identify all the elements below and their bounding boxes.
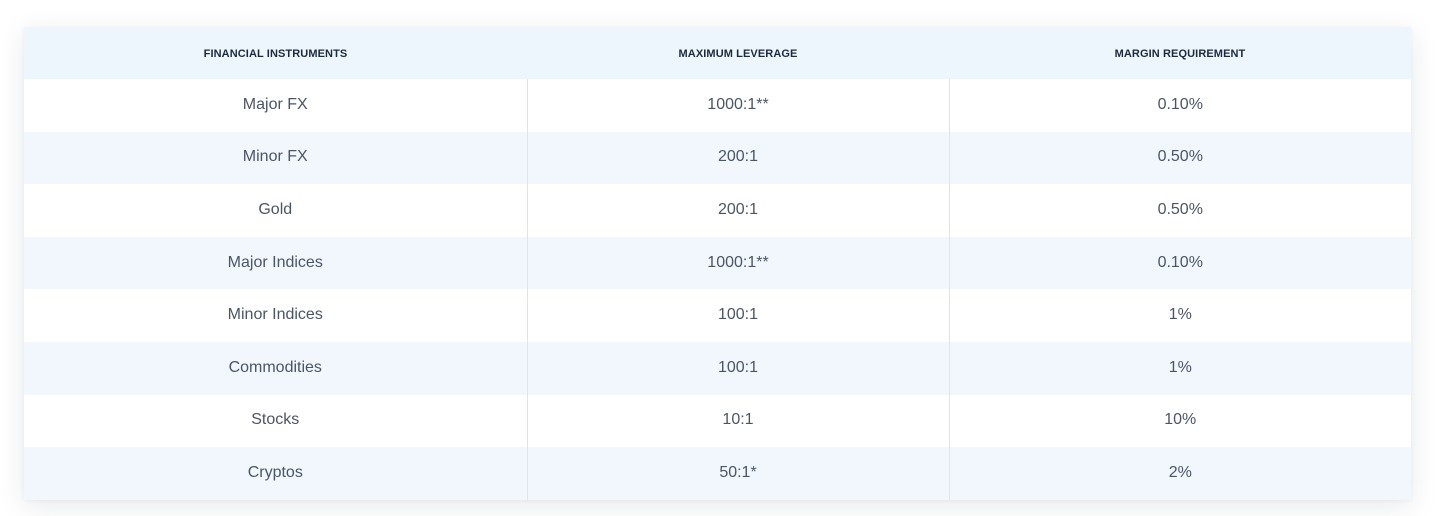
cell-leverage: 100:1 <box>527 289 950 342</box>
header-maximum-leverage: MAXIMUM LEVERAGE <box>678 47 798 60</box>
cell-instrument: Gold <box>24 184 528 237</box>
table-body: Major FX 1000:1** 0.10% Minor FX 200:1 0… <box>24 79 1411 500</box>
cell-leverage: 10:1 <box>527 394 950 448</box>
cell-instrument: Minor FX <box>24 131 528 185</box>
cell-margin: 0.10% <box>1157 95 1203 113</box>
header-row: FINANCIAL INSTRUMENTS MAXIMUM LEVERAGE M… <box>24 27 1411 79</box>
cell-instrument: Cryptos <box>24 447 528 500</box>
cell-instrument: Major Indices <box>24 236 528 290</box>
cell-instrument: Minor Indices <box>24 289 528 342</box>
leverage-table: FINANCIAL INSTRUMENTS MAXIMUM LEVERAGE M… <box>24 27 1411 500</box>
leverage-table-card: FINANCIAL INSTRUMENTS MAXIMUM LEVERAGE M… <box>24 27 1411 500</box>
table-row: Cryptos 50:1* 2% <box>24 447 1411 500</box>
cell-margin: 10% <box>1164 411 1197 429</box>
cell-margin: 1% <box>1168 358 1192 376</box>
table-row: Commodities 100:1 1% <box>24 341 1411 395</box>
cell-margin: 0.50% <box>1157 200 1203 218</box>
header-financial-instruments: FINANCIAL INSTRUMENTS <box>203 47 348 60</box>
cell-leverage: 50:1* <box>527 447 950 500</box>
table-header: FINANCIAL INSTRUMENTS MAXIMUM LEVERAGE M… <box>24 27 1411 79</box>
cell-leverage: 1000:1** <box>527 236 950 290</box>
header-margin-requirement: MARGIN REQUIREMENT <box>1114 47 1246 60</box>
cell-margin: 0.50% <box>1157 148 1203 166</box>
table-row: Minor FX 200:1 0.50% <box>24 131 1411 185</box>
cell-leverage: 1000:1** <box>527 79 950 132</box>
table-row: Major FX 1000:1** 0.10% <box>24 79 1411 132</box>
table-row: Stocks 10:1 10% <box>24 394 1411 448</box>
cell-margin: 0.10% <box>1157 253 1203 271</box>
cell-leverage: 100:1 <box>527 341 950 395</box>
table-row: Major Indices 1000:1** 0.10% <box>24 236 1411 290</box>
table-row: Minor Indices 100:1 1% <box>24 289 1411 342</box>
cell-margin: 1% <box>1168 306 1192 324</box>
cell-instrument: Commodities <box>24 341 528 395</box>
cell-leverage: 200:1 <box>527 131 950 185</box>
cell-instrument: Stocks <box>24 394 528 448</box>
cell-margin: 2% <box>1168 463 1192 481</box>
cell-instrument: Major FX <box>24 79 528 132</box>
cell-leverage: 200:1 <box>527 184 950 237</box>
table-row: Gold 200:1 0.50% <box>24 184 1411 237</box>
